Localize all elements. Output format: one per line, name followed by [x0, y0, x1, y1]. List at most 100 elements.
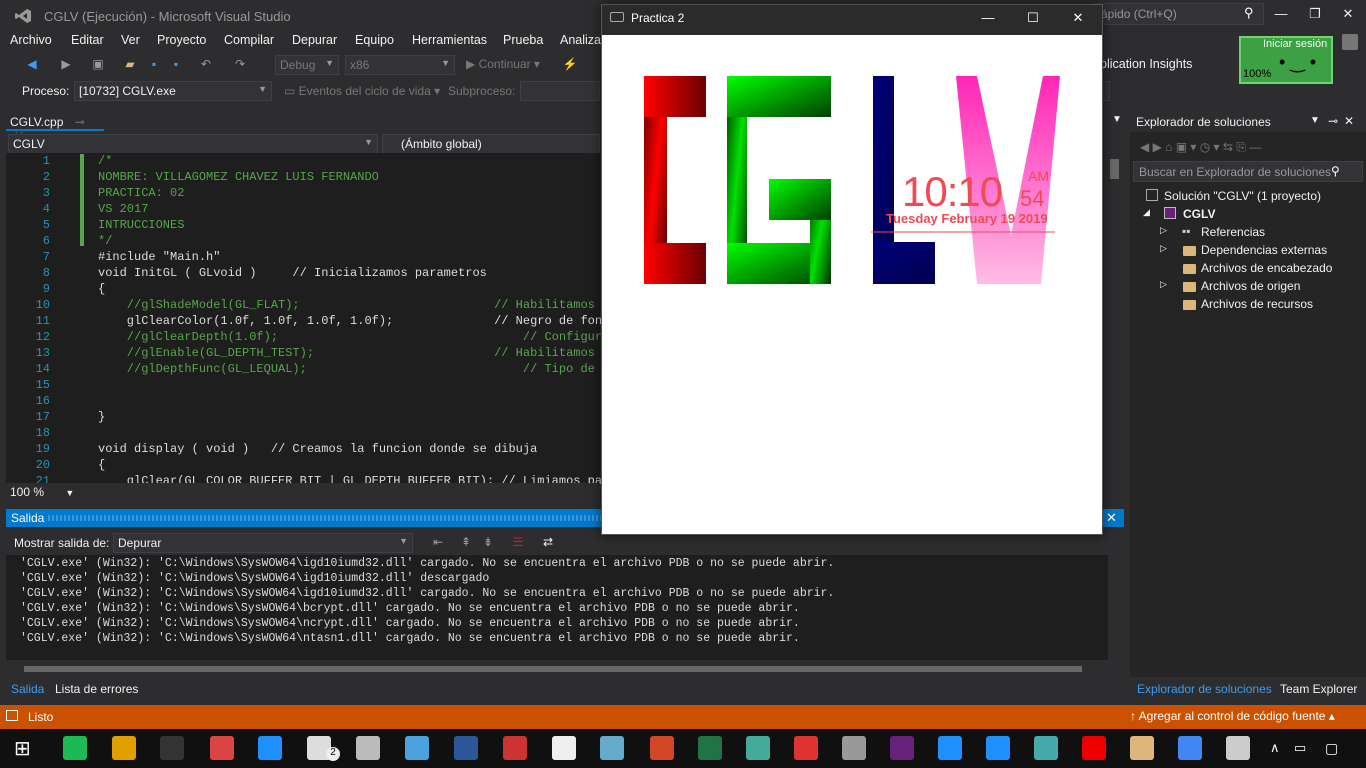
- menu-archivo[interactable]: Archivo: [10, 33, 52, 47]
- thread-select[interactable]: [520, 81, 600, 101]
- tree-external-deps[interactable]: Dependencias externas: [1201, 243, 1327, 257]
- code-line[interactable]: VS 2017: [98, 202, 148, 216]
- search-icon[interactable]: ⚲: [1331, 164, 1340, 178]
- chrome-icon[interactable]: [1178, 736, 1202, 760]
- virtualbox-icon[interactable]: [1034, 736, 1058, 760]
- code-line[interactable]: /*: [98, 154, 112, 168]
- terminal-icon[interactable]: [160, 736, 184, 760]
- tab-error-list[interactable]: Lista de errores: [55, 682, 138, 696]
- visual-studio-icon[interactable]: [890, 736, 914, 760]
- sign-in-badge[interactable]: Iniciar sesión 100% • ‿ •: [1239, 36, 1333, 84]
- menu-equipo[interactable]: Equipo: [355, 33, 394, 47]
- open-folder-icon[interactable]: ▰: [122, 57, 138, 71]
- outlook-contacts-icon[interactable]: [258, 736, 282, 760]
- code-line[interactable]: void InitGL ( GLvoid ) // Inicializamos …: [98, 266, 487, 280]
- code-line[interactable]: */: [98, 234, 112, 248]
- close-output-icon[interactable]: ✕: [1106, 510, 1117, 526]
- code-line[interactable]: //glClearDepth(1.0f); // Configura: [98, 330, 610, 344]
- menu-editar[interactable]: Editar: [71, 33, 104, 47]
- paint-icon[interactable]: [210, 736, 234, 760]
- search-icon[interactable]: ⚲: [1244, 5, 1254, 21]
- settings-icon[interactable]: [356, 736, 380, 760]
- expand-icon[interactable]: ▷: [1160, 225, 1167, 236]
- menu-proyecto[interactable]: Proyecto: [157, 33, 206, 47]
- code-line[interactable]: {: [98, 458, 105, 472]
- quick-launch-input[interactable]: ápido (Ctrl+Q): [1094, 3, 1264, 25]
- pin-icon[interactable]: ⊸: [1328, 114, 1338, 128]
- expand-icon[interactable]: ▷: [1160, 279, 1167, 290]
- app-a-icon[interactable]: [794, 736, 818, 760]
- tab-salida[interactable]: Salida: [11, 682, 44, 696]
- notepad-icon[interactable]: [600, 736, 624, 760]
- save-all-icon[interactable]: ▪: [168, 57, 184, 71]
- tab-solution-explorer[interactable]: Explorador de soluciones: [1137, 682, 1272, 696]
- redo-icon[interactable]: ↷: [232, 57, 248, 71]
- close-panel-icon[interactable]: ✕: [1344, 114, 1354, 128]
- code-line[interactable]: PRACTICA: 02: [98, 186, 184, 200]
- photos-icon[interactable]: [746, 736, 770, 760]
- zoom-select[interactable]: 100 % ▼: [6, 483, 600, 501]
- sol-toolbar-icons[interactable]: ◀ ▶ ⌂ ▣ ▾ ◷ ▾ ⇆ ⎘ —: [1140, 140, 1261, 155]
- menu-analizar[interactable]: Analizar: [560, 33, 605, 47]
- project-scope-select[interactable]: CGLV ▼: [8, 134, 378, 154]
- lifecycle-events-button[interactable]: ▭ Eventos del ciclo de vida ▾: [284, 84, 440, 98]
- undo-icon[interactable]: ↶: [198, 57, 214, 71]
- next-message-icon[interactable]: ⇟: [480, 535, 496, 549]
- notifications-icon[interactable]: ▢: [1325, 740, 1338, 757]
- output-source-select[interactable]: Depurar ▼: [113, 533, 413, 553]
- continue-button[interactable]: ▶ Continuar ▾: [466, 57, 540, 71]
- menu-depurar[interactable]: Depurar: [292, 33, 337, 47]
- solution-root[interactable]: Solución "CGLV" (1 proyecto): [1164, 189, 1321, 203]
- recycle-icon[interactable]: [405, 736, 429, 760]
- back-icon[interactable]: ◀: [24, 57, 40, 71]
- practica-minimize-button[interactable]: —: [978, 10, 998, 26]
- find-message-icon[interactable]: ⇤: [430, 535, 446, 549]
- expand-project-icon[interactable]: ◢: [1143, 207, 1150, 218]
- debug-tools-icon[interactable]: ⚡: [562, 57, 578, 71]
- network-tray-icon[interactable]: ▭: [1294, 740, 1306, 756]
- process-select[interactable]: [10732] CGLV.exe ▼: [74, 81, 272, 101]
- hscroll-thumb[interactable]: [24, 666, 1082, 672]
- expand-icon[interactable]: ▷: [1160, 243, 1167, 254]
- menu-ver[interactable]: Ver: [121, 33, 140, 47]
- minimize-button[interactable]: —: [1271, 6, 1291, 24]
- powerpoint-icon[interactable]: [650, 736, 674, 760]
- code-line[interactable]: #include "Main.h": [98, 250, 220, 264]
- windows-start-icon[interactable]: ⊞: [14, 736, 38, 760]
- code-line[interactable]: //glShadeModel(GL_FLAT); // Habilitamos …: [98, 298, 610, 312]
- word-icon[interactable]: [454, 736, 478, 760]
- tray-chevron-icon[interactable]: ∧: [1270, 740, 1280, 756]
- config-select[interactable]: Debug ▼: [275, 55, 339, 75]
- excel-icon[interactable]: [698, 736, 722, 760]
- menu-compilar[interactable]: Compilar: [224, 33, 274, 47]
- code-line[interactable]: glClearColor(1.0f, 1.0f, 1.0f, 1.0f); //…: [98, 314, 610, 328]
- solution-search-input[interactable]: Buscar en Explorador de soluciones: [1133, 161, 1363, 182]
- practica-maximize-button[interactable]: ☐: [1023, 10, 1043, 26]
- tab-team-explorer[interactable]: Team Explorer: [1280, 682, 1357, 696]
- user-avatar-icon[interactable]: [1342, 34, 1358, 50]
- menu-herramientas[interactable]: Herramientas: [412, 33, 487, 47]
- tree-header-files[interactable]: Archivos de encabezado: [1201, 261, 1332, 275]
- code-line[interactable]: }: [98, 410, 105, 424]
- explorer-icon[interactable]: [1130, 736, 1154, 760]
- word-wrap-icon[interactable]: ⇄: [540, 535, 556, 549]
- source-control-button[interactable]: ↑ Agregar al control de código fuente ▴: [1130, 709, 1335, 723]
- acrobat-icon[interactable]: [1082, 736, 1106, 760]
- close-button[interactable]: ✕: [1338, 6, 1358, 24]
- games-icon[interactable]: [112, 736, 136, 760]
- prev-message-icon[interactable]: ⇞: [458, 535, 474, 549]
- new-project-icon[interactable]: ▣: [90, 57, 106, 71]
- menu-prueba[interactable]: Prueba: [503, 33, 543, 47]
- tree-references[interactable]: Referencias: [1201, 225, 1265, 239]
- save-icon[interactable]: ▪: [146, 57, 162, 71]
- clear-all-icon[interactable]: ☰: [510, 535, 526, 549]
- 7zip-icon[interactable]: [552, 736, 576, 760]
- output-horizontal-scrollbar[interactable]: [6, 661, 1108, 677]
- calendar-icon[interactable]: [503, 736, 527, 760]
- code-line[interactable]: NOMBRE: VILLAGOMEZ CHAVEZ LUIS FERNANDO: [98, 170, 379, 184]
- restore-button[interactable]: ❐: [1305, 6, 1325, 24]
- code-line[interactable]: {: [98, 282, 105, 296]
- project-cglv[interactable]: CGLV: [1183, 207, 1215, 221]
- tab-cglv-cpp[interactable]: CGLV.cpp ⊸ ✕: [6, 113, 104, 143]
- tab-overflow-icon[interactable]: ▼: [1112, 114, 1122, 125]
